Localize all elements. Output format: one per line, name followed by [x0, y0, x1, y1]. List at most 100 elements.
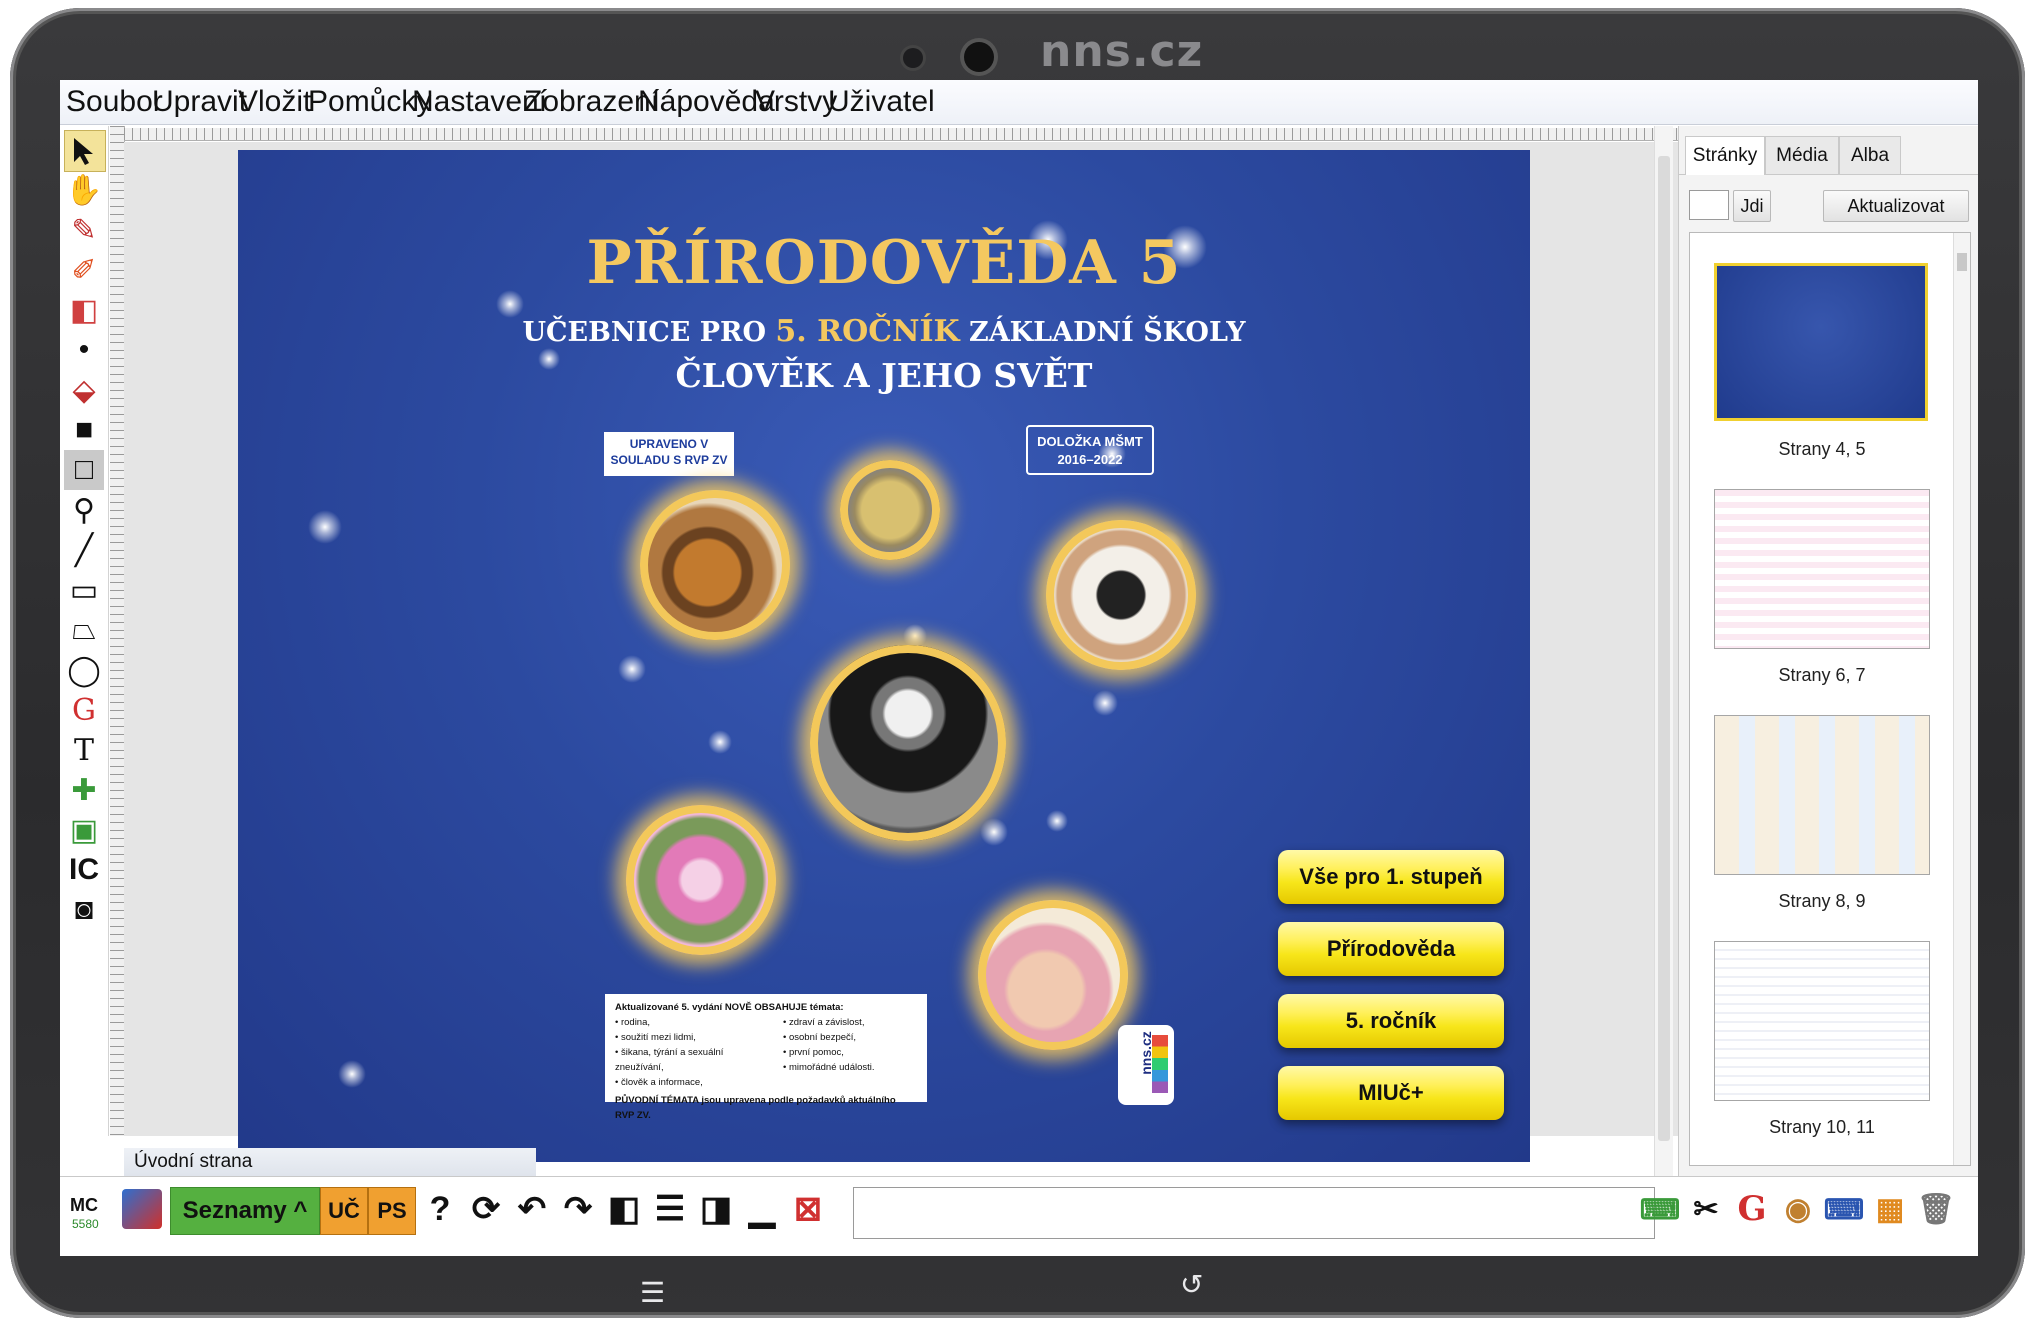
btn-miuc-plus[interactable]: MIUč+ [1278, 1066, 1504, 1120]
thumbnails-scrollbar[interactable] [1953, 233, 1970, 1165]
uc-button[interactable]: UČ [320, 1187, 368, 1235]
ic-icon[interactable]: IC [64, 850, 104, 890]
tools-icon[interactable]: ✂ [1686, 1189, 1726, 1229]
topic-item: • soužití mezi lidmi, [615, 1032, 696, 1043]
btn-vse-pro-1-stupen[interactable]: Vše pro 1. stupeň [1278, 850, 1504, 904]
infobox-left-column: • rodina, • soužití mezi lidmi, • šikana… [615, 1015, 765, 1090]
topic-item: • člověk a informace, [615, 1077, 703, 1088]
menu-upravit[interactable]: Upravit [152, 85, 247, 119]
subtitle-part: UČEBNICE PRO [522, 317, 776, 348]
app-logo-icon[interactable] [122, 1189, 162, 1229]
filled-square-icon[interactable]: ■ [64, 410, 104, 450]
side-panel: Stránky Média Alba Jdi Aktualizovat Stra… [1678, 126, 1978, 1176]
scrollbar-thumb[interactable] [1957, 253, 1967, 271]
baby-photo [978, 900, 1128, 1050]
topic-item: • šikana, týrání a sexuální zneužívání, [615, 1047, 724, 1073]
star-glow [708, 730, 732, 754]
trash-icon[interactable]: 🗑 [1916, 1189, 1956, 1229]
tab-alba[interactable]: Alba [1839, 136, 1901, 174]
ellipse-icon[interactable]: ◯ [64, 650, 104, 690]
thumbnail-image[interactable] [1714, 941, 1930, 1101]
tiger-photo [640, 490, 790, 640]
back-nav-icon[interactable]: ↺ [1180, 1268, 1203, 1301]
book-subtitle: UČEBNICE PRO 5. ROČNÍK ZÁKLADNÍ ŠKOLY [238, 314, 1530, 349]
eraser-icon[interactable]: ◧ [64, 290, 104, 330]
menu-lines-icon[interactable]: ☰ [650, 1189, 690, 1229]
virtual-keyboard-icon[interactable]: ⌨ [1824, 1189, 1864, 1229]
star-glow [980, 818, 1008, 846]
scrollbar-thumb[interactable] [1658, 156, 1670, 1141]
geogebra-bottom-icon[interactable]: G [1732, 1189, 1772, 1229]
menu-soubor[interactable]: Soubor [66, 85, 163, 119]
add-note-icon[interactable]: ✚ [64, 770, 104, 810]
bottom-toolbar: MC 5580 Seznamy ^ UČ PS ? ⟳ ↶ ↷ ◧ ☰ ◨ ▁ … [60, 1176, 1978, 1256]
thumbnail-caption: Strany 10, 11 [1769, 1117, 1875, 1137]
palette-icon[interactable]: ◉ [1778, 1189, 1818, 1229]
star-glow [338, 1060, 366, 1088]
menu-nav-icon[interactable]: ☰ [640, 1276, 665, 1309]
line-icon[interactable]: ╱ [64, 530, 104, 570]
calculator-icon[interactable]: ▦ [1870, 1189, 1910, 1229]
polygon-icon[interactable]: ⏢ [64, 610, 104, 650]
menu-vlozit[interactable]: Vložit [238, 85, 311, 119]
pen-icon[interactable]: ✎ [64, 210, 104, 250]
star-glow [1092, 690, 1118, 716]
seznamy-button[interactable]: Seznamy ^ [170, 1187, 320, 1235]
menu-uzivatel[interactable]: Uživatel [828, 85, 935, 119]
infobox-footer: PŮVODNÍ TÉMATA jsou upravena podle požad… [615, 1095, 896, 1121]
ps-button[interactable]: PS [368, 1187, 416, 1235]
keyboard-device-icon[interactable]: ⌨ [1640, 1189, 1680, 1229]
page-thumbnails: Strany 4, 5 Strany 6, 7 Strany 8, 9 Stra… [1689, 232, 1971, 1166]
add-image-icon[interactable]: ▣ [64, 810, 104, 850]
go-button[interactable]: Jdi [1733, 190, 1771, 222]
thumbnail-image[interactable] [1714, 263, 1928, 421]
dolozka-line-1: DOLOŽKA MŠMT [1037, 434, 1143, 449]
menu-vrstvy[interactable]: Vrstvy [755, 85, 837, 119]
camera-icon[interactable]: ◙ [64, 890, 104, 930]
text-icon[interactable]: T [64, 730, 104, 770]
dot-icon[interactable]: • [64, 330, 104, 370]
book-cover-page[interactable]: PŘÍRODOVĚDA 5 UČEBNICE PRO 5. ROČNÍK ZÁK… [238, 150, 1530, 1162]
outline-square-icon[interactable]: □ [64, 450, 104, 490]
btn-prirodoveda[interactable]: Přírodověda [1278, 922, 1504, 976]
undo-icon[interactable]: ↶ [512, 1189, 552, 1229]
rectangle-icon[interactable]: ▭ [64, 570, 104, 610]
orchid-photo [626, 805, 776, 955]
dolozka-badge: DOLOŽKA MŠMT 2016–2022 [1026, 425, 1154, 475]
hand-icon[interactable]: ✋ [64, 170, 104, 210]
thumbnail-image[interactable] [1714, 715, 1930, 875]
astronaut-photo [810, 645, 1006, 841]
fill-bucket-icon[interactable]: ⬙ [64, 370, 104, 410]
split-left-icon[interactable]: ◧ [604, 1189, 644, 1229]
refresh-button[interactable]: Aktualizovat [1823, 190, 1969, 222]
page-name-tab[interactable]: Úvodní strana [124, 1148, 536, 1176]
front-camera-icon [903, 48, 923, 68]
help-icon[interactable]: ? [420, 1189, 460, 1229]
command-input[interactable] [853, 1187, 1655, 1239]
topic-item: • mimořádné události. [783, 1062, 875, 1073]
tab-stranky[interactable]: Stránky [1685, 136, 1765, 175]
thumbnail-caption: Strany 4, 5 [1778, 439, 1866, 459]
eyedropper-icon[interactable]: ⚲ [64, 490, 104, 530]
redo-icon[interactable]: ↷ [558, 1189, 598, 1229]
tab-media[interactable]: Média [1765, 136, 1839, 174]
select-arrow-icon[interactable] [64, 130, 106, 172]
rotate-icon[interactable]: ⟳ [466, 1189, 506, 1229]
split-right-icon[interactable]: ◨ [696, 1189, 736, 1229]
mc-label: MC [70, 1195, 98, 1215]
topic-item: • první pomoc, [783, 1047, 844, 1058]
minimize-icon[interactable]: ▁ [742, 1189, 782, 1229]
thumbnail-caption: Strany 8, 9 [1778, 891, 1866, 911]
menu-bar: Soubor Upravit Vložit Pomůcky Nastavení … [60, 80, 1978, 125]
btn-5-rocnik[interactable]: 5. ročník [1278, 994, 1504, 1048]
page-number-input[interactable] [1689, 190, 1729, 220]
geogebra-icon[interactable]: G [64, 690, 104, 730]
close-icon[interactable]: ⊠ [788, 1189, 828, 1229]
topic-item: • osobní bezpečí, [783, 1032, 857, 1043]
highlighter-icon[interactable]: ✐ [64, 250, 104, 290]
infobox-header: Aktualizované 5. vydání NOVĚ OBSAHUJE té… [615, 1002, 844, 1013]
canvas-scrollbar[interactable] [1654, 126, 1673, 1176]
thumbnail-image[interactable] [1714, 489, 1930, 649]
topics-infobox: Aktualizované 5. vydání NOVĚ OBSAHUJE té… [605, 994, 927, 1121]
book-title: PŘÍRODOVĚDA 5 [586, 228, 1182, 298]
